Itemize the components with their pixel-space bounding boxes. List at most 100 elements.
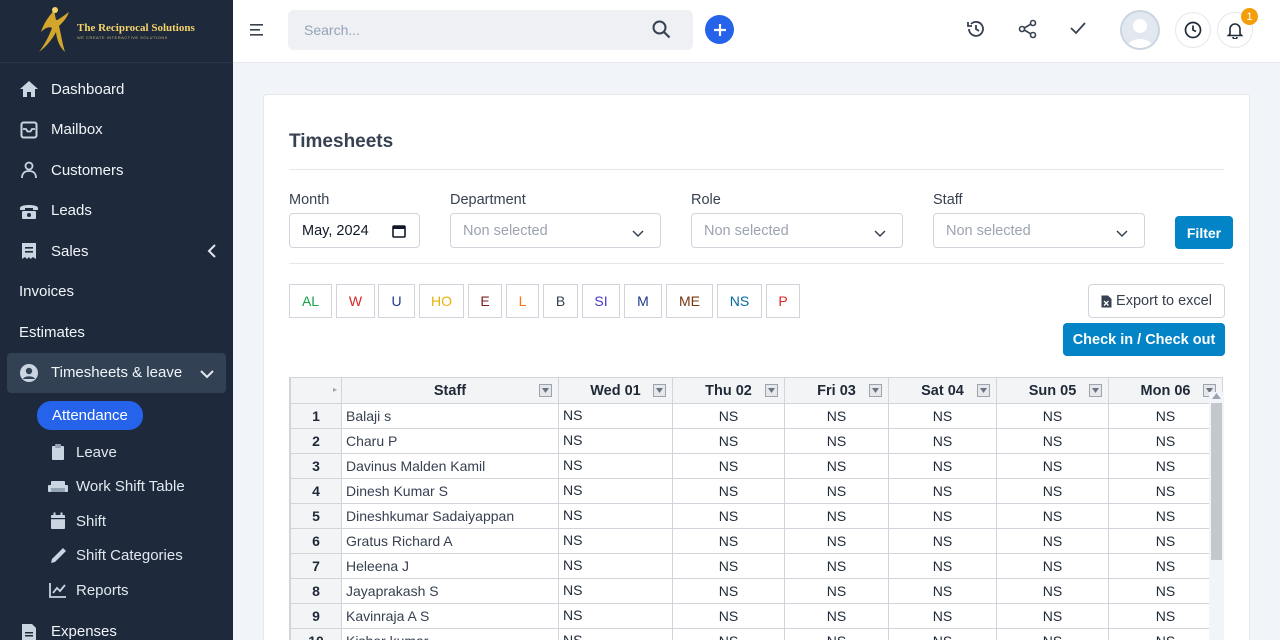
attendance-cell[interactable]: NS [558,628,673,640]
attendance-cell[interactable]: NS [1108,428,1223,454]
attendance-cell[interactable]: NS [558,578,673,604]
sidebar-item-sales[interactable]: Sales [0,231,233,272]
attendance-cell[interactable]: NS [672,453,785,479]
attendance-cell[interactable]: NS [1108,603,1223,629]
staff-name-cell[interactable]: Jayaprakash S [341,578,559,604]
attendance-cell[interactable]: NS [558,603,673,629]
column-header-day[interactable]: Wed 01 [558,377,673,404]
share-icon[interactable] [1018,19,1038,44]
sidebar-item-customers[interactable]: Customers [0,150,233,191]
avatar[interactable] [1120,10,1160,50]
column-header-day[interactable]: Sun 05 [996,377,1109,404]
legend-code-w[interactable]: W [336,284,375,318]
column-dropdown-icon[interactable] [765,384,778,397]
sidebar-item-mailbox[interactable]: Mailbox [0,110,233,151]
attendance-cell[interactable]: NS [1108,478,1223,504]
attendance-cell[interactable]: NS [888,403,997,429]
attendance-cell[interactable]: NS [672,528,785,554]
legend-code-e[interactable]: E [468,284,502,318]
column-header-day[interactable]: Thu 02 [672,377,785,404]
sidebar-item-invoices[interactable]: Invoices [0,272,233,313]
logo[interactable]: The Reciprocal Solutions WE CREATE INTER… [0,0,233,63]
table-row[interactable]: 5 Dineshkumar Sadaiyappan NS NS NS NS NS NS [290,503,1223,529]
sidebar-item-shift[interactable]: Shift [0,504,233,539]
staff-name-cell[interactable]: Heleena J [341,553,559,579]
table-row[interactable]: 10Kishor kumarNSNSNSNSNSNS [290,628,1223,640]
legend-code-m[interactable]: M [624,284,662,318]
column-dropdown-icon[interactable] [539,384,552,397]
attendance-cell[interactable]: NS [996,603,1109,629]
role-select[interactable]: Non selected [691,213,903,248]
staff-select[interactable]: Non selected [933,213,1145,248]
attendance-cell[interactable]: NS [1108,578,1223,604]
table-row[interactable]: 4 Dinesh Kumar S NS NS NS NS NS NS [290,478,1223,504]
quick-add-button[interactable] [705,15,734,44]
column-header-day[interactable]: Mon 06 [1108,377,1223,404]
check-in-out-button[interactable]: Check in / Check out [1063,323,1225,356]
vertical-scrollbar[interactable] [1209,392,1224,640]
attendance-cell[interactable]: NS [672,603,785,629]
attendance-cell[interactable]: NS [888,628,997,640]
column-header-staff[interactable]: Staff [341,377,559,404]
attendance-cell[interactable]: NS [1108,528,1223,554]
search-icon[interactable] [652,20,671,44]
legend-code-p[interactable]: P [766,284,800,318]
legend-code-al[interactable]: AL [289,284,332,318]
attendance-cell[interactable]: NS [784,603,889,629]
staff-name-cell[interactable]: Gratus Richard A [341,528,559,554]
column-dropdown-icon[interactable] [869,384,882,397]
attendance-cell[interactable]: NS [784,553,889,579]
attendance-cell[interactable]: NS [784,628,889,640]
legend-code-ns[interactable]: NS [717,284,762,318]
attendance-cell[interactable]: NS [672,403,785,429]
attendance-cell[interactable]: NS [888,528,997,554]
column-dropdown-icon[interactable] [977,384,990,397]
sidebar-item-estimates[interactable]: Estimates [0,312,233,353]
attendance-cell[interactable]: NS [558,403,673,429]
sidebar-item-leave[interactable]: Leave [0,435,233,470]
staff-name-cell[interactable]: Dineshkumar Sadaiyappan [341,503,559,529]
attendance-cell[interactable]: NS [1108,553,1223,579]
month-picker[interactable]: May, 2024 [289,213,420,248]
attendance-cell[interactable]: NS [558,453,673,479]
legend-code-b[interactable]: B [543,284,578,318]
attendance-cell[interactable]: NS [996,628,1109,640]
search-input[interactable] [304,22,634,38]
attendance-cell[interactable]: NS [888,478,997,504]
sidebar-item-shift-categories[interactable]: Shift Categories [0,539,233,574]
attendance-cell[interactable]: NS [996,578,1109,604]
attendance-cell[interactable]: NS [784,503,889,529]
attendance-cell[interactable]: NS [558,553,673,579]
attendance-cell[interactable]: NS [996,553,1109,579]
attendance-cell[interactable]: NS [558,478,673,504]
column-dropdown-icon[interactable] [1089,384,1102,397]
column-header-day[interactable]: Fri 03 [784,377,889,404]
staff-name-cell[interactable]: Kishor kumar [341,628,559,640]
legend-code-u[interactable]: U [378,284,415,318]
attendance-cell[interactable]: NS [784,453,889,479]
attendance-cell[interactable]: NS [784,528,889,554]
attendance-cell[interactable]: NS [888,553,997,579]
attendance-cell[interactable]: NS [558,528,673,554]
attendance-cell[interactable]: NS [888,503,997,529]
attendance-cell[interactable]: NS [1108,453,1223,479]
table-row[interactable]: 1 Balaji s NS NS NS NS NS NS [290,403,1223,429]
scrollbar-thumb[interactable] [1211,403,1222,560]
staff-name-cell[interactable]: Charu P [341,428,559,454]
sidebar-item-leads[interactable]: Leads [0,191,233,232]
attendance-cell[interactable]: NS [784,403,889,429]
sidebar-item-reports[interactable]: Reports [0,573,233,608]
attendance-cell[interactable]: NS [672,628,785,640]
attendance-cell[interactable]: NS [996,428,1109,454]
staff-name-cell[interactable]: Kavinraja A S [341,603,559,629]
attendance-cell[interactable]: NS [672,478,785,504]
attendance-cell[interactable]: NS [888,428,997,454]
clock-button[interactable] [1175,12,1211,48]
attendance-cell[interactable]: NS [888,453,997,479]
attendance-cell[interactable]: NS [784,578,889,604]
legend-code-me[interactable]: ME [666,284,713,318]
scroll-up-icon[interactable] [1212,393,1221,399]
filter-button[interactable]: Filter [1175,216,1233,249]
attendance-cell[interactable]: NS [996,528,1109,554]
table-row[interactable]: 3 Davinus Malden Kamil NS NS NS NS NS NS [290,453,1223,479]
